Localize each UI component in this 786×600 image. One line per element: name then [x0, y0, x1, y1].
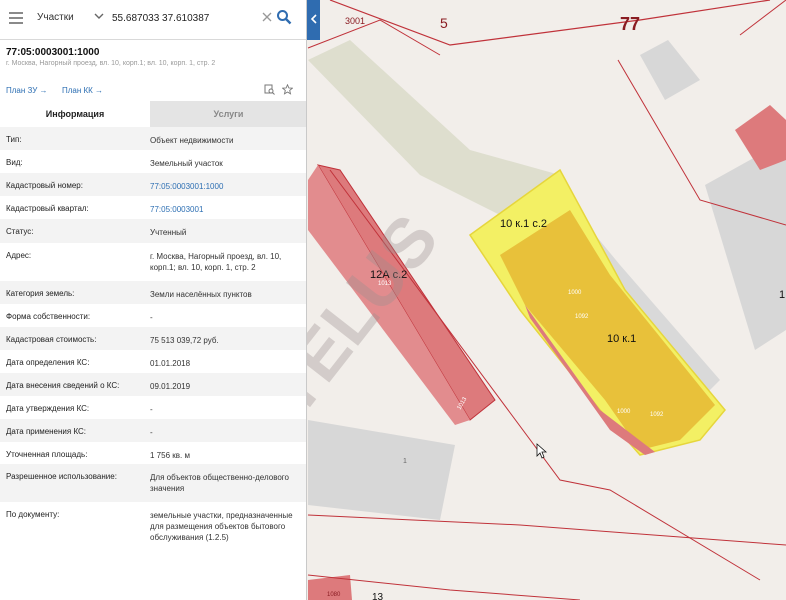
- row-value: Земельный участок: [150, 159, 223, 168]
- search-bar: Участки: [0, 0, 306, 40]
- table-row: Адрес: г. Москва, Нагорный проезд, вл. 10…: [0, 243, 306, 281]
- row-value: г. Москва, Нагорный проезд, вл. 10, корп…: [150, 252, 282, 272]
- row-label: Форма собственности:: [6, 312, 91, 321]
- map-label-77: 77: [620, 14, 640, 34]
- object-number-title: 77:05:0003001:1000: [6, 47, 100, 58]
- collapse-panel-button[interactable]: [307, 0, 320, 40]
- object-address-subtitle: г. Москва, Нагорный проезд, вл. 10, корп…: [6, 60, 216, 67]
- table-row: Категория земель: Земли населённых пункто…: [0, 281, 306, 304]
- row-label: Вид:: [6, 158, 23, 167]
- chevron-left-icon: [310, 14, 317, 24]
- map-label-1: 1: [403, 458, 407, 465]
- row-value: -: [150, 313, 153, 322]
- row-value: Для объектов общественно-делового значен…: [150, 473, 289, 493]
- tab-info[interactable]: Информация: [0, 101, 150, 127]
- row-label: Разрешенное использование:: [6, 472, 117, 481]
- row-value: 1 756 кв. м: [150, 451, 190, 460]
- table-row: Кадастровый квартал: 77:05:0003001: [0, 196, 306, 219]
- row-value: Земли населённых пунктов: [150, 290, 252, 299]
- table-row: Кадастровая стоимость: 75 513 039,72 руб.: [0, 327, 306, 350]
- map-label-1092b: 1092: [650, 412, 664, 418]
- map-label-1000b: 1000: [617, 409, 631, 415]
- table-row: Дата утверждения КС: -: [0, 396, 306, 419]
- plan-kk-link[interactable]: План КК →: [62, 86, 103, 95]
- clear-icon[interactable]: [262, 12, 272, 22]
- row-label: По документу:: [6, 510, 60, 519]
- table-row: Дата определения КС: 01.01.2018: [0, 350, 306, 373]
- row-label: Кадастровая стоимость:: [6, 335, 97, 344]
- map-label-right-1: 1: [779, 289, 785, 301]
- map-label-1092a: 1092: [575, 314, 589, 320]
- plan-zu-link[interactable]: План ЗУ →: [6, 86, 48, 95]
- hamburger-menu-icon[interactable]: [9, 12, 23, 24]
- row-label: Тип:: [6, 135, 22, 144]
- row-value: земельные участки, предназначенные для р…: [150, 511, 293, 542]
- row-label: Дата утверждения КС:: [6, 404, 90, 413]
- table-row: По документу: земельные участки, предназн…: [0, 502, 306, 562]
- row-label: Дата внесения сведений о КС:: [6, 381, 120, 390]
- info-panel: Участки 77:05:0003001:1000 г. Москва, На…: [0, 0, 307, 600]
- row-value: Учтенный: [150, 228, 187, 237]
- map-label-5: 5: [440, 15, 448, 31]
- tabs: Информация Услуги: [0, 101, 306, 127]
- search-icon[interactable]: [276, 9, 292, 25]
- row-value: 09.01.2019: [150, 382, 191, 391]
- cadastral-quarter-link[interactable]: 77:05:0003001: [150, 204, 300, 215]
- map-label-1000a: 1000: [568, 290, 582, 296]
- table-row: Форма собственности: -: [0, 304, 306, 327]
- row-value: 01.01.2018: [150, 359, 191, 368]
- row-label: Уточненная площадь:: [6, 450, 88, 459]
- row-value: 75 513 039,72 руб.: [150, 336, 219, 345]
- row-label: Дата применения КС:: [6, 427, 87, 436]
- table-row: Дата внесения сведений о КС: 09.01.2019: [0, 373, 306, 396]
- map-label-1080: 1080: [327, 592, 341, 598]
- map-label-10k1s2: 10 к.1 с.2: [500, 218, 547, 230]
- row-value: -: [150, 405, 153, 414]
- row-label: Категория земель:: [6, 289, 75, 298]
- map-label-10k1: 10 к.1: [607, 333, 636, 345]
- table-row: Статус: Учтенный: [0, 219, 306, 243]
- row-label: Адрес:: [6, 251, 32, 260]
- row-value: -: [150, 428, 153, 437]
- row-label: Кадастровый квартал:: [6, 204, 89, 213]
- table-row: Уточненная площадь: 1 756 кв. м: [0, 442, 306, 464]
- table-row: Вид: Земельный участок: [0, 150, 306, 173]
- search-document-icon[interactable]: [264, 84, 275, 95]
- chevron-down-icon[interactable]: [94, 11, 104, 21]
- row-label: Статус:: [6, 227, 34, 236]
- map-label-3001: 3001: [345, 16, 365, 26]
- tab-services[interactable]: Услуги: [150, 101, 306, 127]
- row-label: Кадастровый номер:: [6, 181, 83, 190]
- table-row: Разрешенное использование: Для объектов о…: [0, 464, 306, 502]
- search-type-select[interactable]: Участки: [37, 12, 74, 23]
- search-input[interactable]: [112, 10, 257, 26]
- row-label: Дата определения КС:: [6, 358, 90, 367]
- table-row: Тип: Объект недвижимости: [0, 127, 306, 150]
- cadastral-number-link[interactable]: 77:05:0003001:1000: [150, 181, 300, 192]
- favorite-star-icon[interactable]: [282, 84, 293, 95]
- map-label-13: 13: [372, 592, 384, 600]
- row-value: Объект недвижимости: [150, 136, 234, 145]
- table-row: Дата применения КС: -: [0, 419, 306, 442]
- table-row: Кадастровый номер: 77:05:0003001:1000: [0, 173, 306, 196]
